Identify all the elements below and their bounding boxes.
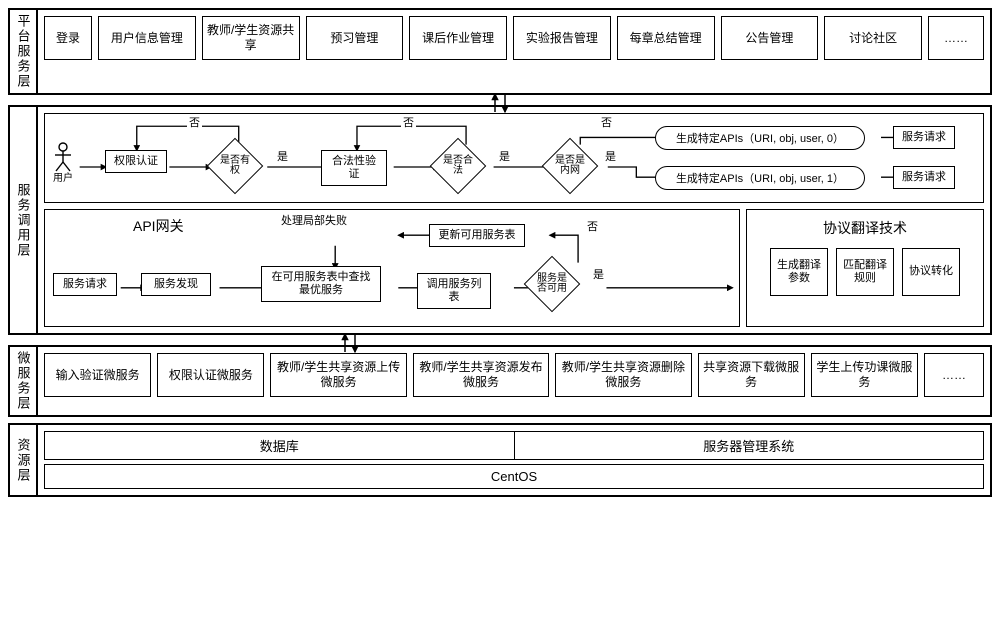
user-icon: 用户: [49, 142, 77, 184]
platform-item: 实验报告管理: [513, 16, 611, 60]
node-service-request-1: 服务请求: [893, 166, 955, 189]
resource-os: CentOS: [44, 464, 984, 489]
gw-yes: 是: [591, 266, 606, 282]
protocol-title: 协议翻译技术: [755, 218, 975, 238]
flow-no-3: 否: [599, 114, 614, 130]
decision-is-intranet: 是否是内网: [542, 138, 599, 195]
protocol-panel: 协议翻译技术 生成翻译参数 匹配翻译规则 协议转化: [746, 209, 984, 327]
platform-item: 登录: [44, 16, 92, 60]
micro-item: 共享资源下载微服务: [698, 353, 805, 397]
layer-micro-label: 微服务层: [10, 347, 38, 415]
node-validity: 合法性验证: [321, 150, 387, 186]
platform-item: 教师/学生资源共享: [202, 16, 300, 60]
node-service-request-0: 服务请求: [893, 126, 955, 149]
layer-micro-body: 输入验证微服务 权限认证微服务 教师/学生共享资源上传微服务 教师/学生共享资源…: [38, 347, 990, 415]
layer-resource: 资源层 数据库 服务器管理系统 CentOS: [8, 423, 992, 497]
micro-item-more: ……: [924, 353, 984, 397]
layer-resource-body: 数据库 服务器管理系统 CentOS: [38, 425, 990, 495]
gw-discovery: 服务发现: [141, 273, 211, 296]
gw-find-best: 在可用服务表中查找最优服务: [261, 266, 381, 302]
flow-yes-2: 是: [497, 148, 512, 164]
layer-invoke-body: 否 是 否 是 否 是 用户 权限认证 是否有权 合法性验证: [38, 107, 990, 333]
resource-top-row: 数据库 服务器管理系统: [44, 431, 984, 460]
platform-item: 预习管理: [306, 16, 404, 60]
platform-item: 讨论社区: [824, 16, 922, 60]
protocol-p1: 生成翻译参数: [770, 248, 828, 296]
flow-yes-3: 是: [603, 148, 618, 164]
protocol-p2: 匹配翻译规则: [836, 248, 894, 296]
layer-invoke-label: 服务调用层: [10, 107, 38, 333]
flow-no-1: 否: [187, 114, 202, 130]
platform-item-more: ……: [928, 16, 984, 60]
decision-has-right: 是否有权: [207, 138, 264, 195]
node-api0: 生成特定APIs（URI, obj, user, 0）: [655, 126, 865, 150]
api-gateway-title: API网关: [133, 216, 184, 236]
layer-invoke: 服务调用层: [8, 105, 992, 335]
gw-call-list: 调用服务列表: [417, 273, 491, 309]
decision-is-valid: 是否合法: [430, 138, 487, 195]
protocol-p3: 协议转化: [902, 248, 960, 296]
flow-panel: 否 是 否 是 否 是 用户 权限认证 是否有权 合法性验证: [44, 113, 984, 203]
node-api1: 生成特定APIs（URI, obj, user, 1）: [655, 166, 865, 190]
layer-resource-label: 资源层: [10, 425, 38, 495]
platform-item: 每章总结管理: [617, 16, 715, 60]
platform-item: 课后作业管理: [409, 16, 507, 60]
gw-no: 否: [585, 218, 600, 234]
layer-micro: 微服务层 输入验证微服务 权限认证微服务 教师/学生共享资源上传微服务 教师/学…: [8, 345, 992, 417]
platform-row: 登录 用户信息管理 教师/学生资源共享 预习管理 课后作业管理 实验报告管理 每…: [44, 16, 984, 60]
micro-item: 权限认证微服务: [157, 353, 264, 397]
micro-item: 教师/学生共享资源发布微服务: [413, 353, 549, 397]
resource-server-mgmt: 服务器管理系统: [514, 431, 985, 460]
flow-yes-1: 是: [275, 148, 290, 164]
api-gateway-panel: API网关: [44, 209, 740, 327]
gw-service-request: 服务请求: [53, 273, 117, 296]
layer-platform-label: 平台服务层: [10, 10, 38, 93]
platform-item: 用户信息管理: [98, 16, 196, 60]
micro-row: 输入验证微服务 权限认证微服务 教师/学生共享资源上传微服务 教师/学生共享资源…: [44, 353, 984, 397]
platform-item: 公告管理: [721, 16, 819, 60]
layer-platform: 平台服务层 登录 用户信息管理 教师/学生资源共享 预习管理 课后作业管理 实验…: [8, 8, 992, 95]
gateway-protocol-row: API网关: [44, 209, 984, 327]
user-label: 用户: [53, 173, 73, 184]
micro-item: 学生上传功课微服务: [811, 353, 918, 397]
gw-update-table: 更新可用服务表: [429, 224, 525, 247]
micro-item: 教师/学生共享资源删除微服务: [555, 353, 691, 397]
node-auth: 权限认证: [105, 150, 167, 173]
resource-db: 数据库: [44, 431, 514, 460]
micro-item: 教师/学生共享资源上传微服务: [270, 353, 406, 397]
decision-available: 服务是否可用: [524, 256, 581, 313]
gw-partial-fail: 处理局部失败: [281, 212, 347, 228]
micro-item: 输入验证微服务: [44, 353, 151, 397]
layer-platform-body: 登录 用户信息管理 教师/学生资源共享 预习管理 课后作业管理 实验报告管理 每…: [38, 10, 990, 93]
flow-no-2: 否: [401, 114, 416, 130]
